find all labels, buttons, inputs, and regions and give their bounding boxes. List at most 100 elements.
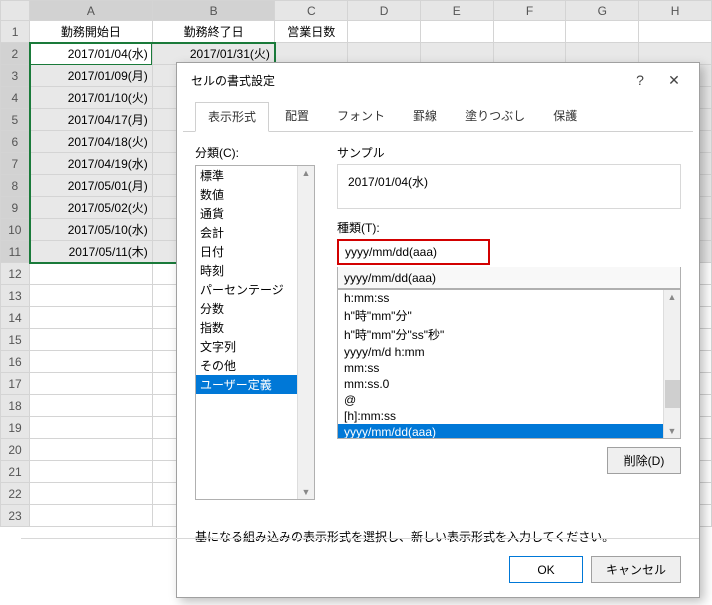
format-item[interactable]: h"時"mm"分"ss"秒" <box>338 325 680 344</box>
scrollbar[interactable]: ▲▼ <box>297 166 314 499</box>
category-list[interactable]: 標準数値通貨会計日付時刻パーセンテージ分数指数文字列その他ユーザー定義▲▼ <box>195 165 315 500</box>
tab-3[interactable]: 罫線 <box>401 102 449 132</box>
cell[interactable]: 2017/01/09(月) <box>30 65 153 87</box>
format-item[interactable]: [h]:mm:ss <box>338 408 680 424</box>
cell[interactable] <box>493 21 566 43</box>
chevron-up-icon[interactable]: ▲ <box>302 166 311 180</box>
row-header[interactable]: 12 <box>1 263 30 285</box>
cell[interactable] <box>30 483 153 505</box>
cell[interactable]: 営業日数 <box>275 21 348 43</box>
col-header-G[interactable]: G <box>566 1 639 21</box>
col-header-F[interactable]: F <box>493 1 566 21</box>
format-item[interactable]: mm:ss.0 <box>338 376 680 392</box>
scrollbar[interactable]: ▲▼ <box>663 290 680 438</box>
format-item[interactable]: @ <box>338 392 680 408</box>
cell[interactable] <box>30 439 153 461</box>
row-header[interactable]: 9 <box>1 197 30 219</box>
type-label: 種類(T): <box>337 219 681 236</box>
col-header-A[interactable]: A <box>30 1 153 21</box>
cell[interactable] <box>30 461 153 483</box>
cell[interactable] <box>30 395 153 417</box>
cell[interactable]: 2017/04/17(月) <box>30 109 153 131</box>
button-row: OK キャンセル <box>509 556 681 583</box>
cell[interactable]: 勤務開始日 <box>30 21 153 43</box>
sample-box: 2017/01/04(水) <box>337 164 681 209</box>
format-item[interactable]: yyyy/m/d h:mm <box>338 344 680 360</box>
row-header[interactable]: 3 <box>1 65 30 87</box>
cell[interactable]: 2017/05/02(火) <box>30 197 153 219</box>
sample-value: 2017/01/04(水) <box>348 175 428 189</box>
cell[interactable] <box>420 21 493 43</box>
format-list[interactable]: h:mm:ssh"時"mm"分"h"時"mm"分"ss"秒"yyyy/m/d h… <box>337 289 681 439</box>
row-header[interactable]: 23 <box>1 505 30 527</box>
cell[interactable] <box>30 307 153 329</box>
row-header[interactable]: 17 <box>1 373 30 395</box>
cell[interactable] <box>639 21 712 43</box>
chevron-down-icon[interactable]: ▼ <box>668 424 677 438</box>
sample-label: サンプル <box>337 144 681 161</box>
cell[interactable] <box>30 505 153 527</box>
cell[interactable]: 2017/01/04(水) <box>30 43 153 65</box>
cell[interactable]: 2017/05/11(木) <box>30 241 153 263</box>
format-item[interactable]: h:mm:ss <box>338 290 680 306</box>
row-header[interactable]: 15 <box>1 329 30 351</box>
col-header-D[interactable]: D <box>348 1 421 21</box>
tab-5[interactable]: 保護 <box>541 102 589 132</box>
row-header[interactable]: 19 <box>1 417 30 439</box>
row-header[interactable]: 7 <box>1 153 30 175</box>
close-icon[interactable]: ✕ <box>657 66 691 94</box>
cell[interactable]: 2017/04/18(火) <box>30 131 153 153</box>
titlebar: セルの書式設定 ? ✕ <box>177 63 699 97</box>
cell[interactable] <box>30 417 153 439</box>
row-header[interactable]: 8 <box>1 175 30 197</box>
cell[interactable] <box>30 285 153 307</box>
row-header[interactable]: 11 <box>1 241 30 263</box>
col-header-C[interactable]: C <box>275 1 348 21</box>
dialog-title: セルの書式設定 <box>185 72 623 89</box>
cancel-button[interactable]: キャンセル <box>591 556 681 583</box>
help-icon[interactable]: ? <box>623 66 657 94</box>
chevron-down-icon[interactable]: ▼ <box>302 485 311 499</box>
row-header[interactable]: 13 <box>1 285 30 307</box>
type-input-highlight[interactable]: yyyy/mm/dd(aaa) <box>337 239 490 265</box>
format-item[interactable]: mm:ss <box>338 360 680 376</box>
row-header[interactable]: 20 <box>1 439 30 461</box>
scrollbar-thumb[interactable] <box>665 380 680 408</box>
cell[interactable]: 2017/04/19(水) <box>30 153 153 175</box>
row-header[interactable]: 16 <box>1 351 30 373</box>
tab-2[interactable]: フォント <box>325 102 397 132</box>
ok-button[interactable]: OK <box>509 556 583 583</box>
format-item[interactable]: yyyy/mm/dd(aaa) <box>338 424 680 439</box>
tab-0[interactable]: 表示形式 <box>195 102 269 132</box>
col-header-H[interactable]: H <box>639 1 712 21</box>
row-header[interactable]: 4 <box>1 87 30 109</box>
row-header[interactable]: 14 <box>1 307 30 329</box>
tab-1[interactable]: 配置 <box>273 102 321 132</box>
row-header[interactable]: 22 <box>1 483 30 505</box>
delete-button[interactable]: 削除(D) <box>607 447 681 474</box>
col-header-B[interactable]: B <box>152 1 275 21</box>
tab-4[interactable]: 塗りつぶし <box>453 102 537 132</box>
cell[interactable] <box>30 351 153 373</box>
row-header[interactable]: 21 <box>1 461 30 483</box>
row-header[interactable]: 1 <box>1 21 30 43</box>
format-item[interactable]: h"時"mm"分" <box>338 306 680 325</box>
cell[interactable]: 2017/05/10(水) <box>30 219 153 241</box>
cell[interactable]: 2017/01/10(火) <box>30 87 153 109</box>
cell[interactable] <box>566 21 639 43</box>
cell[interactable] <box>348 21 421 43</box>
row-header[interactable]: 5 <box>1 109 30 131</box>
row-header[interactable]: 18 <box>1 395 30 417</box>
col-header-E[interactable]: E <box>420 1 493 21</box>
select-all[interactable] <box>1 1 30 21</box>
cell[interactable]: 勤務終了日 <box>152 21 275 43</box>
type-input[interactable] <box>337 267 681 289</box>
row-header[interactable]: 10 <box>1 219 30 241</box>
cell[interactable] <box>30 263 153 285</box>
row-header[interactable]: 6 <box>1 131 30 153</box>
chevron-up-icon[interactable]: ▲ <box>668 290 677 304</box>
cell[interactable] <box>30 373 153 395</box>
cell[interactable] <box>30 329 153 351</box>
row-header[interactable]: 2 <box>1 43 30 65</box>
cell[interactable]: 2017/05/01(月) <box>30 175 153 197</box>
